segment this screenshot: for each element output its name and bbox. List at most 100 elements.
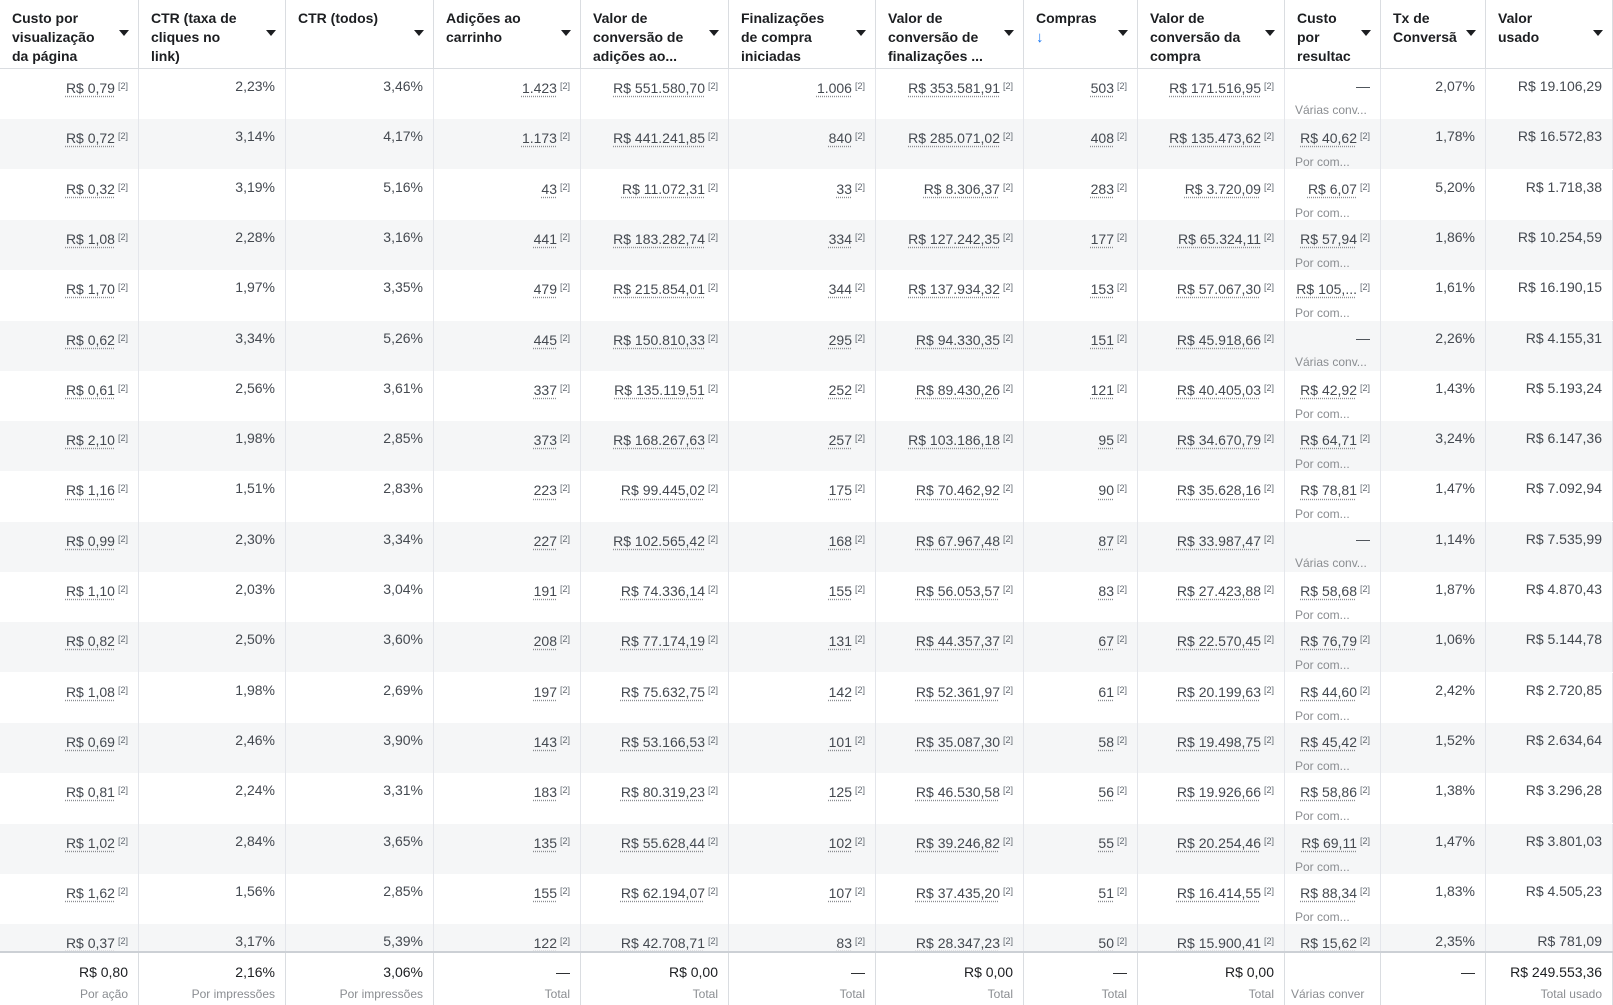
cell-value[interactable]: R$ 58,68 (1300, 583, 1357, 599)
cell-value[interactable]: R$ 58,86 (1300, 784, 1357, 800)
cell-value[interactable]: 479 (534, 281, 557, 297)
cell-value[interactable]: R$ 0,32 (66, 181, 115, 197)
cell-value[interactable]: R$ 1,62 (66, 885, 115, 901)
cell-value[interactable]: R$ 0,62 (66, 332, 115, 348)
cell-value[interactable]: R$ 74.336,14 (621, 583, 705, 599)
cell-value[interactable]: R$ 78,81 (1300, 482, 1357, 498)
cell-value[interactable]: 295 (829, 332, 852, 348)
cell-value[interactable]: 61 (1098, 684, 1114, 700)
cell-value[interactable]: R$ 1,02 (66, 835, 115, 851)
cell-value[interactable]: R$ 1,70 (66, 281, 115, 297)
cell-value[interactable]: R$ 55.628,44 (621, 835, 705, 851)
cell-value[interactable]: 227 (534, 533, 557, 549)
cell-value[interactable]: R$ 53.166,53 (621, 734, 705, 750)
cell-value[interactable]: 155 (829, 583, 852, 599)
cell-value[interactable]: R$ 40,62 (1300, 130, 1357, 146)
cell-value[interactable]: R$ 44.357,37 (916, 633, 1000, 649)
cell-value[interactable]: 503 (1091, 80, 1114, 96)
column-header-cost-per-result[interactable]: Custo por resultac (1285, 0, 1381, 68)
cell-value[interactable]: 257 (829, 432, 852, 448)
cell-value[interactable]: R$ 137.934,32 (908, 281, 1000, 297)
cell-value[interactable]: 122 (534, 935, 557, 951)
cell-value[interactable]: 125 (829, 784, 852, 800)
column-menu-caret-icon[interactable] (119, 30, 129, 36)
cell-value[interactable]: R$ 27.423,88 (1177, 583, 1261, 599)
cell-value[interactable]: 344 (829, 281, 852, 297)
column-menu-caret-icon[interactable] (1361, 30, 1371, 36)
cell-value[interactable]: R$ 1,08 (66, 684, 115, 700)
cell-value[interactable]: R$ 15.900,41 (1177, 935, 1261, 951)
cell-value[interactable]: R$ 69,11 (1301, 835, 1357, 851)
cell-value[interactable]: 50 (1098, 935, 1114, 951)
cell-value[interactable]: R$ 11.072,31 (622, 181, 705, 197)
table-row[interactable]: R$ 1,02 [2] 2,84% 3,65% 135 [2] R$ 55.628,44 [2… (0, 823, 1613, 874)
table-row[interactable]: R$ 1,10 [2] 2,03% 3,04% 191 [2] R$ 74.336,14 [2… (0, 572, 1613, 622)
cell-value[interactable]: 87 (1098, 533, 1114, 549)
cell-value[interactable]: 197 (534, 684, 557, 700)
cell-value[interactable]: R$ 0,37 (66, 935, 115, 951)
cell-value[interactable]: 43 (541, 181, 557, 197)
cell-value[interactable]: R$ 2,10 (66, 432, 115, 448)
cell-value[interactable]: 191 (534, 583, 557, 599)
cell-value[interactable]: R$ 52.361,97 (916, 684, 1000, 700)
column-menu-caret-icon[interactable] (266, 30, 276, 36)
cell-value[interactable]: R$ 75.632,75 (621, 684, 705, 700)
cell-value[interactable]: 135 (534, 835, 557, 851)
table-row[interactable]: R$ 0,62 [2] 3,34% 5,26% 445 [2] R$ 150.810,33[… (0, 320, 1613, 371)
cell-value[interactable]: 337 (534, 382, 557, 398)
column-header-purchases[interactable]: Compras ↓ (1024, 0, 1138, 68)
cell-value[interactable]: R$ 0,61 (66, 382, 115, 398)
column-header-purchase-value[interactable]: Valor de conversão da compra (1138, 0, 1285, 68)
cell-value[interactable]: R$ 285.071,02 (908, 130, 1000, 146)
cell-value[interactable]: R$ 76,79 (1300, 633, 1357, 649)
table-row[interactable]: R$ 0,72 [2] 3,14% 4,17% 1.173 [2] R$ 441.241,8… (0, 119, 1613, 170)
table-row[interactable]: R$ 0,69 [2] 2,46% 3,90% 143 [2] R$ 53.166,53 [2… (0, 722, 1613, 773)
table-row[interactable]: R$ 0,32 [2] 3,19% 5,16% 43 [2] R$ 11.072,31 [2]… (0, 169, 1613, 220)
cell-value[interactable]: 142 (829, 684, 852, 700)
cell-value[interactable]: R$ 0,81 (66, 784, 115, 800)
cell-value[interactable]: R$ 19.926,66 (1177, 784, 1261, 800)
cell-value[interactable]: R$ 89.430,26 (916, 382, 1000, 398)
cell-value[interactable]: R$ 56.053,57 (916, 583, 1000, 599)
cell-value[interactable]: R$ 15,62 (1300, 935, 1357, 951)
cell-value[interactable]: R$ 171.516,95 (1169, 80, 1261, 96)
cell-value[interactable]: 143 (534, 734, 557, 750)
cell-value[interactable]: R$ 183.282,74 (613, 231, 705, 247)
cell-value[interactable]: R$ 80.319,23 (621, 784, 705, 800)
cell-value[interactable]: 102 (829, 835, 852, 851)
cell-value[interactable]: R$ 62.194,07 (621, 885, 705, 901)
cell-value[interactable]: R$ 0,79 (66, 80, 115, 96)
cell-value[interactable]: 283 (1091, 181, 1114, 197)
cell-value[interactable]: R$ 127.242,35 (908, 231, 1000, 247)
cell-value[interactable]: R$ 16.414,55 (1177, 885, 1261, 901)
cell-value[interactable]: 177 (1091, 231, 1114, 247)
cell-value[interactable]: R$ 105,... (1296, 281, 1357, 297)
cell-value[interactable]: R$ 57.067,30 (1177, 281, 1261, 297)
table-row[interactable]: R$ 0,82 [2] 2,50% 3,60% 208 [2] R$ 77.174,19 [2… (0, 622, 1613, 673)
cell-value[interactable]: 175 (829, 482, 852, 498)
cell-value[interactable]: 408 (1091, 130, 1114, 146)
table-row[interactable]: R$ 2,10 [2] 1,98% 2,85% 373 [2] R$ 168.267,63[… (0, 421, 1613, 472)
cell-value[interactable]: R$ 0,99 (66, 533, 115, 549)
cell-value[interactable]: R$ 441.241,85 (613, 130, 705, 146)
column-menu-caret-icon[interactable] (1593, 30, 1603, 36)
cell-value[interactable]: 155 (534, 885, 557, 901)
cell-value[interactable]: R$ 135.473,62 (1169, 130, 1261, 146)
cell-value[interactable]: R$ 42.708,71 (621, 935, 705, 951)
cell-value[interactable]: R$ 57,94 (1300, 231, 1357, 247)
cell-value[interactable]: R$ 6,07 (1308, 181, 1357, 197)
cell-value[interactable]: R$ 1,16 (66, 482, 115, 498)
cell-value[interactable]: 83 (1098, 583, 1114, 599)
cell-value[interactable]: 441 (534, 231, 557, 247)
cell-value[interactable]: R$ 0,69 (66, 734, 115, 750)
table-row[interactable]: R$ 1,08 [2] 2,28% 3,16% 441 [2] R$ 183.282,74[… (0, 219, 1613, 270)
cell-value[interactable]: R$ 1,08 (66, 231, 115, 247)
cell-value[interactable]: R$ 70.462,92 (916, 482, 1000, 498)
table-row[interactable]: R$ 0,61 [2] 2,56% 3,61% 337 [2] R$ 135.119,51[… (0, 370, 1613, 421)
cell-value[interactable]: R$ 44,60 (1300, 684, 1357, 700)
cell-value[interactable]: 90 (1098, 482, 1114, 498)
column-menu-caret-icon[interactable] (856, 30, 866, 36)
cell-value[interactable]: R$ 353.581,91 (908, 80, 1000, 96)
cell-value[interactable]: 151 (1091, 332, 1114, 348)
cell-value[interactable]: R$ 19.498,75 (1177, 734, 1261, 750)
